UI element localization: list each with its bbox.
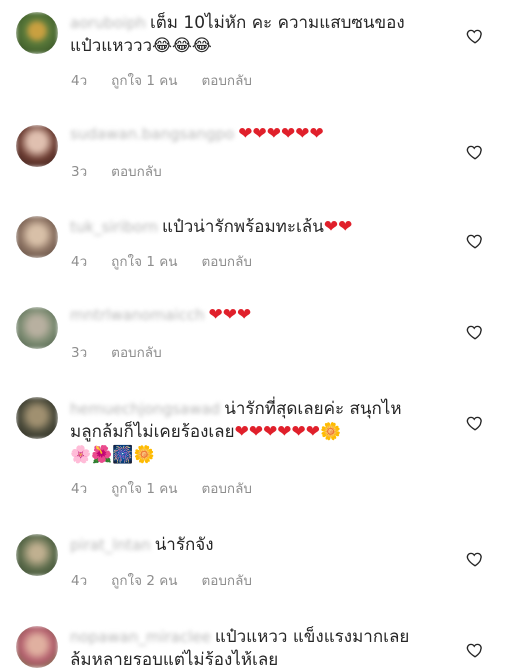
reply-button[interactable]: ตอบกลับ bbox=[111, 341, 161, 363]
avatar[interactable] bbox=[16, 397, 58, 439]
reply-button[interactable]: ตอบกลับ bbox=[201, 69, 251, 91]
avatar[interactable] bbox=[16, 12, 58, 54]
avatar[interactable] bbox=[16, 307, 58, 349]
avatar[interactable] bbox=[16, 534, 58, 576]
avatar[interactable] bbox=[16, 626, 58, 668]
comment-time: 4ว bbox=[71, 481, 88, 497]
reply-button[interactable]: ตอบกลับ bbox=[111, 160, 161, 182]
reply-button[interactable]: ตอบกลับ bbox=[201, 477, 251, 499]
comment-username[interactable]: tuk_siriborn bbox=[70, 216, 158, 239]
comment-time: 3ว bbox=[71, 164, 88, 180]
comment-time: 4ว bbox=[71, 573, 88, 589]
comment-username[interactable]: nopawan_miraclee bbox=[70, 626, 211, 649]
comment-text: แป๋วน่ารักพร้อมทะเล้น❤❤ bbox=[162, 217, 353, 237]
comment-likes[interactable]: ถูกใจ 1 คน bbox=[111, 250, 177, 272]
avatar[interactable] bbox=[16, 125, 58, 167]
comment-time: 4ว bbox=[71, 73, 88, 89]
comment-likes[interactable]: ถูกใจ 1 คน bbox=[111, 477, 177, 499]
like-heart-icon[interactable] bbox=[466, 143, 484, 161]
reply-button[interactable]: ตอบกลับ bbox=[201, 569, 251, 591]
like-heart-icon[interactable] bbox=[466, 27, 484, 45]
comment-time: 3ว bbox=[71, 345, 88, 361]
like-heart-icon[interactable] bbox=[466, 323, 484, 341]
comment-username[interactable]: mntrlwanomaicch bbox=[70, 304, 204, 327]
comment-username[interactable]: aoruboiph bbox=[70, 12, 146, 35]
like-heart-icon[interactable] bbox=[466, 232, 484, 250]
like-heart-icon[interactable] bbox=[466, 641, 484, 659]
avatar[interactable] bbox=[16, 216, 58, 258]
like-heart-icon[interactable] bbox=[466, 414, 484, 432]
comment-likes[interactable]: ถูกใจ 2 คน bbox=[111, 569, 177, 591]
reply-button[interactable]: ตอบกลับ bbox=[201, 250, 251, 272]
comment-time: 4ว bbox=[71, 254, 88, 270]
comment-text: น่ารักจัง bbox=[154, 535, 214, 555]
comment-username[interactable]: hemuechjongsawad bbox=[70, 398, 220, 421]
like-heart-icon[interactable] bbox=[466, 550, 484, 568]
comment-likes[interactable]: ถูกใจ 1 คน bbox=[111, 69, 177, 91]
comment-text: ❤❤❤ bbox=[208, 305, 252, 325]
comment-text: ❤❤❤❤❤❤ bbox=[238, 124, 324, 144]
comment-username[interactable]: sudawan.bangsangpo bbox=[70, 123, 234, 146]
comment-username[interactable]: pirat_lntan bbox=[70, 534, 151, 557]
